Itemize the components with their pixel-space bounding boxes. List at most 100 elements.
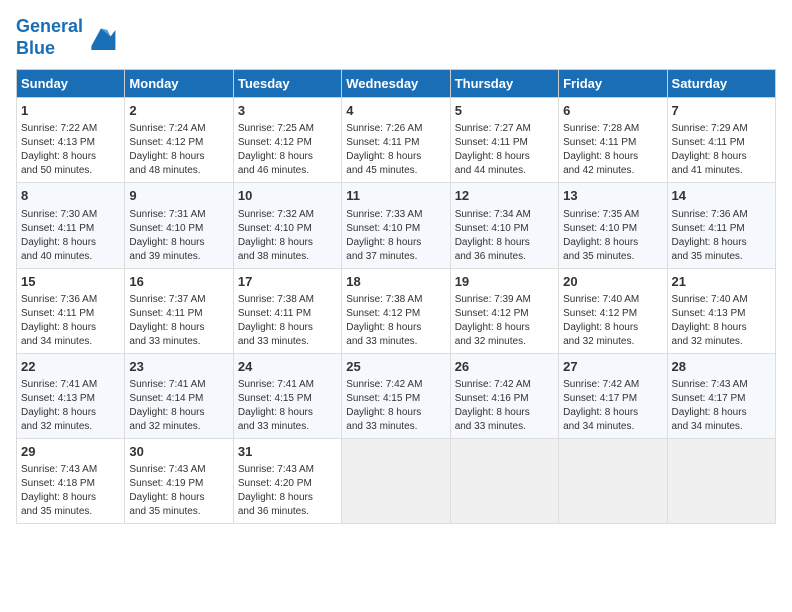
- calendar-cell: 12Sunrise: 7:34 AMSunset: 4:10 PMDayligh…: [450, 183, 558, 268]
- header-row: SundayMondayTuesdayWednesdayThursdayFrid…: [17, 70, 776, 98]
- day-info-line: Daylight: 8 hours: [563, 406, 662, 420]
- day-info-line: Sunset: 4:19 PM: [129, 477, 228, 491]
- day-info-line: Daylight: 8 hours: [129, 491, 228, 505]
- day-number: 7: [672, 102, 771, 120]
- calendar-cell: 14Sunrise: 7:36 AMSunset: 4:11 PMDayligh…: [667, 183, 775, 268]
- day-info-line: Sunrise: 7:22 AM: [21, 122, 120, 136]
- day-info-line: Daylight: 8 hours: [346, 406, 445, 420]
- day-info-line: Sunrise: 7:41 AM: [21, 378, 120, 392]
- day-info-line: Daylight: 8 hours: [672, 236, 771, 250]
- day-info-line: Sunset: 4:11 PM: [129, 307, 228, 321]
- calendar-cell: [450, 438, 558, 523]
- day-info-line: Sunset: 4:11 PM: [563, 136, 662, 150]
- day-info-line: and 35 minutes.: [563, 250, 662, 264]
- calendar-cell: 7Sunrise: 7:29 AMSunset: 4:11 PMDaylight…: [667, 98, 775, 183]
- day-info-line: Sunrise: 7:32 AM: [238, 208, 337, 222]
- day-info-line: Sunrise: 7:29 AM: [672, 122, 771, 136]
- logo-icon: [85, 22, 117, 54]
- calendar-cell: 31Sunrise: 7:43 AMSunset: 4:20 PMDayligh…: [233, 438, 341, 523]
- day-info-line: Sunrise: 7:34 AM: [455, 208, 554, 222]
- page-container: General Blue SundayMondayTuesdayWednesda…: [0, 0, 792, 532]
- day-info-line: and 35 minutes.: [129, 505, 228, 519]
- day-info-line: and 42 minutes.: [563, 164, 662, 178]
- day-info-line: and 37 minutes.: [346, 250, 445, 264]
- day-info-line: Sunset: 4:12 PM: [238, 136, 337, 150]
- day-info-line: and 46 minutes.: [238, 164, 337, 178]
- calendar-cell: 27Sunrise: 7:42 AMSunset: 4:17 PMDayligh…: [559, 353, 667, 438]
- day-info-line: and 33 minutes.: [346, 420, 445, 434]
- day-info-line: Sunset: 4:10 PM: [455, 222, 554, 236]
- calendar-cell: 4Sunrise: 7:26 AMSunset: 4:11 PMDaylight…: [342, 98, 450, 183]
- day-info-line: Daylight: 8 hours: [455, 236, 554, 250]
- logo-text: General Blue: [16, 16, 83, 59]
- day-info-line: Sunset: 4:14 PM: [129, 392, 228, 406]
- calendar-table: SundayMondayTuesdayWednesdayThursdayFrid…: [16, 69, 776, 524]
- calendar-cell: 24Sunrise: 7:41 AMSunset: 4:15 PMDayligh…: [233, 353, 341, 438]
- day-info-line: Sunset: 4:11 PM: [346, 136, 445, 150]
- day-info-line: and 33 minutes.: [346, 335, 445, 349]
- day-number: 31: [238, 443, 337, 461]
- day-info-line: Sunset: 4:13 PM: [21, 136, 120, 150]
- day-info-line: Sunrise: 7:40 AM: [672, 293, 771, 307]
- day-info-line: Sunset: 4:17 PM: [563, 392, 662, 406]
- day-info-line: Sunrise: 7:38 AM: [346, 293, 445, 307]
- day-info-line: and 36 minutes.: [238, 505, 337, 519]
- calendar-cell: 17Sunrise: 7:38 AMSunset: 4:11 PMDayligh…: [233, 268, 341, 353]
- day-info-line: and 32 minutes.: [672, 335, 771, 349]
- calendar-cell: 26Sunrise: 7:42 AMSunset: 4:16 PMDayligh…: [450, 353, 558, 438]
- day-info-line: Sunrise: 7:26 AM: [346, 122, 445, 136]
- day-number: 21: [672, 273, 771, 291]
- day-number: 1: [21, 102, 120, 120]
- calendar-cell: 29Sunrise: 7:43 AMSunset: 4:18 PMDayligh…: [17, 438, 125, 523]
- weekday-header-friday: Friday: [559, 70, 667, 98]
- weekday-header-tuesday: Tuesday: [233, 70, 341, 98]
- day-info-line: Daylight: 8 hours: [129, 321, 228, 335]
- day-number: 16: [129, 273, 228, 291]
- day-info-line: Sunset: 4:10 PM: [129, 222, 228, 236]
- day-number: 23: [129, 358, 228, 376]
- day-info-line: Daylight: 8 hours: [563, 321, 662, 335]
- calendar-cell: 10Sunrise: 7:32 AMSunset: 4:10 PMDayligh…: [233, 183, 341, 268]
- weekday-header-sunday: Sunday: [17, 70, 125, 98]
- day-info-line: and 39 minutes.: [129, 250, 228, 264]
- day-info-line: Daylight: 8 hours: [21, 491, 120, 505]
- day-info-line: Daylight: 8 hours: [346, 236, 445, 250]
- day-info-line: Daylight: 8 hours: [238, 150, 337, 164]
- day-info-line: Daylight: 8 hours: [346, 150, 445, 164]
- day-info-line: Daylight: 8 hours: [21, 236, 120, 250]
- day-info-line: Sunrise: 7:28 AM: [563, 122, 662, 136]
- calendar-cell: 3Sunrise: 7:25 AMSunset: 4:12 PMDaylight…: [233, 98, 341, 183]
- day-info-line: Sunrise: 7:42 AM: [563, 378, 662, 392]
- day-number: 17: [238, 273, 337, 291]
- calendar-cell: [667, 438, 775, 523]
- day-info-line: Sunset: 4:12 PM: [455, 307, 554, 321]
- day-info-line: Sunrise: 7:43 AM: [238, 463, 337, 477]
- day-info-line: Daylight: 8 hours: [238, 236, 337, 250]
- calendar-cell: 8Sunrise: 7:30 AMSunset: 4:11 PMDaylight…: [17, 183, 125, 268]
- calendar-cell: 5Sunrise: 7:27 AMSunset: 4:11 PMDaylight…: [450, 98, 558, 183]
- day-info-line: Sunset: 4:11 PM: [672, 136, 771, 150]
- day-number: 28: [672, 358, 771, 376]
- day-number: 2: [129, 102, 228, 120]
- day-info-line: Sunset: 4:11 PM: [21, 307, 120, 321]
- day-info-line: Sunrise: 7:31 AM: [129, 208, 228, 222]
- day-info-line: Daylight: 8 hours: [21, 406, 120, 420]
- day-info-line: Sunrise: 7:36 AM: [21, 293, 120, 307]
- day-number: 3: [238, 102, 337, 120]
- day-info-line: and 33 minutes.: [238, 335, 337, 349]
- calendar-cell: 9Sunrise: 7:31 AMSunset: 4:10 PMDaylight…: [125, 183, 233, 268]
- day-info-line: Sunset: 4:15 PM: [238, 392, 337, 406]
- day-info-line: Sunset: 4:16 PM: [455, 392, 554, 406]
- calendar-week-4: 22Sunrise: 7:41 AMSunset: 4:13 PMDayligh…: [17, 353, 776, 438]
- page-header: General Blue: [16, 16, 776, 59]
- day-info-line: and 32 minutes.: [21, 420, 120, 434]
- day-info-line: Sunrise: 7:41 AM: [238, 378, 337, 392]
- day-info-line: Sunrise: 7:42 AM: [346, 378, 445, 392]
- day-info-line: Sunset: 4:11 PM: [238, 307, 337, 321]
- day-info-line: Daylight: 8 hours: [455, 406, 554, 420]
- day-info-line: Sunset: 4:13 PM: [21, 392, 120, 406]
- calendar-cell: 13Sunrise: 7:35 AMSunset: 4:10 PMDayligh…: [559, 183, 667, 268]
- day-info-line: Daylight: 8 hours: [129, 236, 228, 250]
- day-info-line: Sunset: 4:12 PM: [563, 307, 662, 321]
- day-info-line: and 41 minutes.: [672, 164, 771, 178]
